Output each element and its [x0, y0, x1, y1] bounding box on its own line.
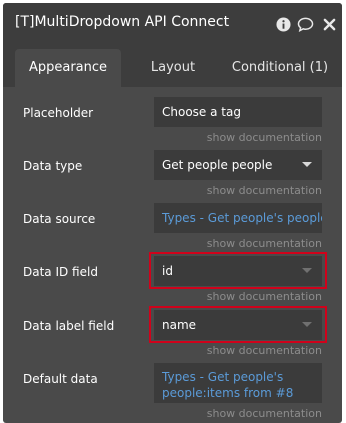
chevron-down-icon	[302, 162, 312, 167]
default-data-value: Types - Get people's people:items from #…	[162, 370, 294, 400]
data-source-doc-link[interactable]: show documentation	[207, 237, 322, 250]
data-type-dropdown[interactable]: Get people people	[154, 150, 322, 180]
data-label-field-label: Data label field	[23, 319, 115, 333]
data-type-doc-link[interactable]: show documentation	[207, 184, 322, 197]
info-icon[interactable]	[273, 14, 293, 34]
panel-title: [T]MultiDropdown API Connecto	[15, 14, 229, 30]
default-data-doc-link[interactable]: show documentation	[207, 407, 322, 420]
tab-conditional[interactable]: Conditional (1)	[225, 49, 335, 87]
data-source-value: Types - Get people's people	[162, 211, 322, 225]
tab-appearance[interactable]: Appearance	[15, 49, 121, 87]
data-source-expression[interactable]: Types - Get people's people	[154, 203, 322, 233]
close-icon[interactable]	[319, 14, 339, 34]
data-type-label: Data type	[23, 159, 83, 173]
default-data-expression[interactable]: Types - Get people's people:items from #…	[154, 363, 322, 403]
title-bar: [T]MultiDropdown API Connecto	[3, 3, 342, 45]
chevron-down-icon	[302, 268, 312, 273]
chevron-down-icon	[302, 322, 312, 327]
comment-icon[interactable]	[295, 14, 315, 34]
data-id-field-dropdown[interactable]: id	[154, 256, 322, 286]
placeholder-value: Choose a tag	[162, 105, 241, 119]
default-data-label: Default data	[23, 372, 98, 386]
data-source-label: Data source	[23, 212, 96, 226]
placeholder-doc-link[interactable]: show documentation	[207, 131, 322, 144]
property-editor-panel: [T]MultiDropdown API Connecto Appearance…	[3, 3, 342, 423]
data-label-field-dropdown[interactable]: name	[154, 310, 322, 340]
placeholder-input[interactable]: Choose a tag	[154, 97, 322, 127]
data-label-field-doc-link[interactable]: show documentation	[207, 344, 322, 357]
tab-bar: Appearance Layout Conditional (1)	[3, 45, 342, 87]
data-id-field-doc-link[interactable]: show documentation	[207, 290, 322, 303]
data-type-value: Get people people	[162, 158, 273, 172]
data-label-field-value: name	[162, 318, 197, 332]
data-id-field-value: id	[162, 264, 173, 278]
placeholder-label: Placeholder	[23, 106, 94, 120]
data-id-field-label: Data ID field	[23, 265, 98, 279]
tab-layout[interactable]: Layout	[139, 49, 207, 87]
